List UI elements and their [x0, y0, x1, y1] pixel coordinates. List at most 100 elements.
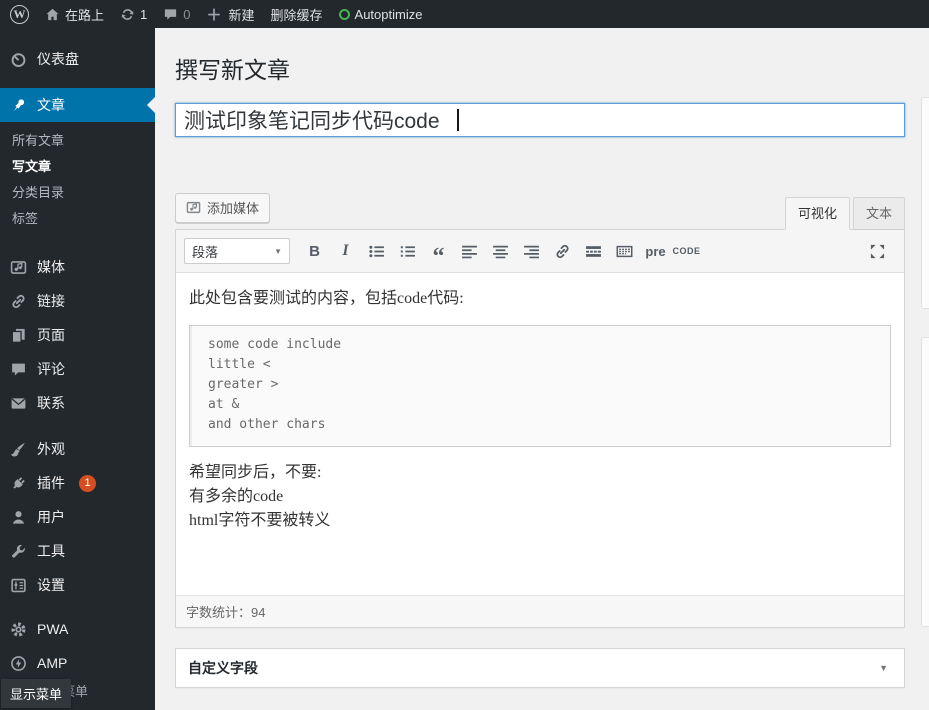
paragraph-format-select[interactable]: 段落 ▼: [184, 238, 290, 264]
bold-button[interactable]: B: [300, 238, 329, 264]
sidebar-label: PWA: [37, 621, 69, 637]
paintbrush-icon: [9, 441, 27, 458]
code-button[interactable]: CODE: [672, 238, 701, 264]
sidebar-item-settings[interactable]: 设置: [0, 568, 155, 602]
cutoff-metabox: [921, 337, 929, 627]
editor-paragraph: 有多余的code: [189, 488, 284, 505]
updates-menu[interactable]: 1: [120, 7, 147, 22]
sidebar-item-contact[interactable]: 联系: [0, 386, 155, 420]
editor-box: 段落 ▼ B I “ pre CODE 此处包含要测试的内容，包括code代码:…: [175, 229, 905, 628]
sidebar-item-tools[interactable]: 工具: [0, 534, 155, 568]
insert-link-button[interactable]: [548, 238, 577, 264]
pushpin-icon: [9, 97, 27, 114]
editor-toolbar: 段落 ▼ B I “ pre CODE: [176, 230, 904, 273]
fullscreen-button[interactable]: [863, 238, 892, 264]
editor-paragraph: 希望同步后，不要:: [189, 464, 322, 481]
read-more-button[interactable]: [579, 238, 608, 264]
user-icon: [9, 509, 27, 526]
sidebar-item-amp[interactable]: AMP: [0, 646, 155, 680]
post-title-input[interactable]: [175, 103, 905, 137]
plus-icon: ＋: [206, 6, 222, 24]
sidebar-item-posts[interactable]: 文章: [0, 88, 155, 122]
editor-content-area[interactable]: 此处包含要测试的内容，包括code代码: some code include li…: [176, 273, 904, 595]
wordpress-logo-icon: W: [10, 4, 29, 24]
tab-visual[interactable]: 可视化: [784, 197, 850, 230]
blockquote-button[interactable]: “: [424, 238, 453, 269]
admin-bar: W 在路上 1 0 ＋ 新建 删除缓存 Autoptimize: [0, 0, 929, 28]
sidebar-item-links[interactable]: 链接: [0, 284, 155, 318]
align-left-icon: [462, 245, 477, 258]
sidebar-label: 联系: [37, 395, 65, 411]
sidebar-item-tags[interactable]: 标签: [0, 206, 155, 232]
plugins-update-badge: 1: [79, 474, 96, 492]
site-link[interactable]: 在路上: [45, 5, 104, 24]
panel-toggle-icon[interactable]: ▼: [875, 663, 892, 673]
sidebar-item-users[interactable]: 用户: [0, 500, 155, 534]
editor-paragraph: html字符不要被转义: [189, 512, 331, 529]
sidebar-item-pwa[interactable]: PWA: [0, 612, 155, 646]
sidebar-label: 插件: [37, 475, 65, 491]
comments-menu[interactable]: 0: [163, 7, 190, 22]
sidebar-item-comments[interactable]: 评论: [0, 352, 155, 386]
editor-paragraph: 此处包含要测试的内容，包括code代码:: [189, 290, 464, 307]
add-media-button[interactable]: 添加媒体: [175, 193, 271, 223]
clear-cache-button[interactable]: 删除缓存: [271, 5, 323, 24]
sidebar-label: 评论: [37, 361, 65, 377]
sidebar-label: 媒体: [37, 259, 65, 275]
code-line: little <: [208, 357, 271, 372]
italic-button[interactable]: I: [331, 238, 360, 264]
new-content-menu[interactable]: ＋ 新建: [206, 4, 254, 25]
sidebar-item-media[interactable]: 媒体: [0, 250, 155, 284]
chevron-down-icon: ▼: [274, 246, 282, 256]
dashboard-gauge-icon: [9, 51, 27, 68]
media-icon: [9, 259, 27, 276]
sidebar-label: 用户: [37, 509, 65, 525]
cutoff-metabox: [921, 97, 929, 309]
page-title: 撰写新文章: [175, 57, 290, 83]
custom-fields-panel[interactable]: 自定义字段 ▼: [175, 648, 905, 688]
text-caret: [457, 109, 459, 131]
sidebar-item-dashboard[interactable]: 仪表盘: [0, 42, 155, 76]
wp-logo-menu[interactable]: W: [10, 4, 29, 24]
sidebar-item-plugins[interactable]: 插件 1: [0, 466, 155, 500]
sidebar-item-pages[interactable]: 页面: [0, 318, 155, 352]
bullet-list-icon: [369, 245, 384, 257]
comment-bubble-icon: [163, 7, 178, 22]
format-select-value: 段落: [192, 244, 219, 260]
gear-icon: [9, 621, 27, 638]
numbered-list-icon: [400, 245, 415, 257]
read-more-icon: [586, 245, 601, 257]
add-media-label: 添加媒体: [207, 201, 260, 216]
link-chain-icon: [9, 293, 27, 310]
bullet-list-button[interactable]: [362, 238, 391, 264]
sidebar-item-write-post[interactable]: 写文章: [0, 154, 155, 180]
main-content: 撰写新文章 添加媒体 可视化 文本 段落 ▼ B I “: [155, 28, 929, 710]
align-center-button[interactable]: [486, 238, 515, 264]
update-icon: [120, 7, 135, 22]
editor-status-bar: 字数统计：94: [176, 595, 904, 627]
admin-sidebar: 仪表盘 文章 所有文章 写文章 分类目录 标签 媒体 链接 页面 评论 联系 外…: [0, 28, 155, 710]
sidebar-item-all-posts[interactable]: 所有文章: [0, 128, 155, 154]
active-menu-arrow: [147, 97, 155, 113]
align-right-icon: [524, 245, 539, 258]
code-block: some code include little < greater > at & an…: [189, 325, 891, 447]
fullscreen-icon: [870, 244, 885, 258]
sidebar-item-categories[interactable]: 分类目录: [0, 180, 155, 206]
autoptimize-menu[interactable]: Autoptimize: [338, 7, 422, 22]
code-line: and other chars: [208, 417, 326, 432]
numbered-list-button[interactable]: [393, 238, 422, 264]
align-right-button[interactable]: [517, 238, 546, 264]
menu-tooltip: 显示菜单: [1, 679, 72, 708]
editor-header-row: 添加媒体 可视化 文本: [175, 193, 905, 230]
sidebar-item-appearance[interactable]: 外观: [0, 432, 155, 466]
keyboard-shortcuts-button[interactable]: [610, 238, 639, 264]
pre-button[interactable]: pre: [641, 238, 670, 264]
wrench-icon: [9, 543, 27, 560]
code-line: some code include: [208, 337, 342, 352]
tab-text[interactable]: 文本: [852, 197, 905, 230]
align-center-icon: [493, 245, 508, 258]
sidebar-label: AMP: [37, 655, 68, 671]
posts-submenu: 所有文章 写文章 分类目录 标签: [0, 122, 155, 240]
align-left-button[interactable]: [455, 238, 484, 264]
updates-count: 1: [140, 6, 148, 22]
